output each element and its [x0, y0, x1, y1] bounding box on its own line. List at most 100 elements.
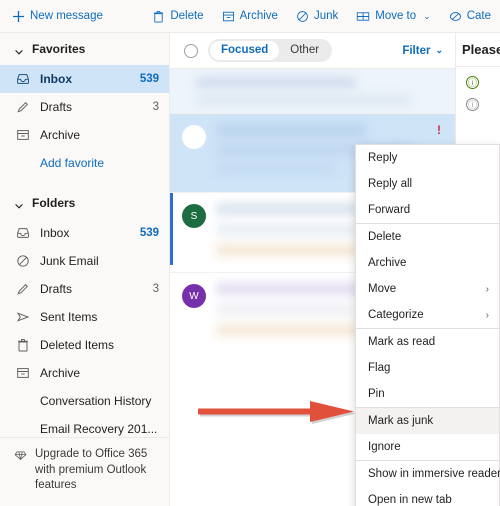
chevron-down-icon — [14, 44, 24, 55]
message-preview-redacted — [192, 75, 445, 105]
chevron-down-icon: ⌄ — [423, 10, 431, 21]
sidebar-label: Inbox — [40, 72, 72, 86]
upgrade-banner[interactable]: Upgrade to Office 365 with premium Outlo… — [0, 437, 169, 506]
folders-group-header[interactable]: Folders — [0, 187, 169, 219]
trash-icon — [16, 338, 34, 352]
avatar: W — [182, 284, 206, 308]
sidebar-count: 3 — [152, 101, 159, 113]
sidebar-count: 539 — [139, 73, 159, 85]
menu-item-archive[interactable]: Archive — [356, 250, 499, 276]
favorites-group-label: Favorites — [32, 42, 86, 56]
redacted-line — [216, 163, 336, 174]
favorites-group-header[interactable]: Favorites — [0, 33, 169, 65]
toolbar-move-to-button[interactable]: Move to ⌄ — [347, 0, 439, 32]
focused-other-pivot: Focused Other — [208, 39, 333, 62]
high-importance-icon: ! — [437, 123, 441, 137]
menu-item-reply-all[interactable]: Reply all — [356, 171, 499, 197]
archive-box-icon — [16, 128, 34, 142]
toolbar-categorize-button[interactable]: Cate — [440, 0, 500, 32]
menu-item-delete[interactable]: Delete — [356, 224, 499, 250]
chevron-right-icon: › — [485, 309, 489, 321]
folders-group-label: Folders — [32, 196, 76, 210]
toolbar-move-to-label: Move to — [375, 10, 417, 22]
menu-item-label: Categorize — [368, 309, 424, 321]
menu-item-show-in-immersive-reader[interactable]: Show in immersive reader — [356, 461, 500, 487]
sidebar-label: Archive — [40, 128, 81, 142]
sidebar-label: Sent Items — [40, 310, 98, 324]
toolbar-delete-button[interactable]: Delete — [143, 0, 212, 32]
sidebar-label: Email Recovery 201... — [40, 422, 158, 436]
pencil-icon — [16, 100, 34, 114]
menu-item-forward[interactable]: Forward — [356, 197, 499, 223]
menu-item-reply[interactable]: Reply — [356, 145, 499, 171]
toolbar-junk-label: Junk — [313, 10, 339, 22]
sidebar-item-favorites-inbox[interactable]: Inbox 539 — [0, 65, 169, 93]
message-list-header: Focused Other Filter ⌄ — [170, 33, 455, 69]
toolbar-junk-button[interactable]: Junk — [287, 0, 347, 32]
context-menu: Reply Reply all Forward Delete Archive M… — [355, 144, 500, 506]
menu-item-mark-as-read[interactable]: Mark as read — [356, 329, 499, 355]
menu-item-pin[interactable]: Pin — [356, 381, 499, 407]
sidebar-item-sent-items[interactable]: Sent Items — [0, 303, 169, 331]
menu-item-label: Move — [368, 283, 397, 295]
info-icon-gray[interactable]: ⓘ — [466, 98, 479, 111]
redacted-line — [216, 124, 366, 136]
menu-item-label: Open in new tab — [368, 494, 452, 506]
new-message-button[interactable]: New message — [12, 0, 112, 32]
menu-item-mark-as-junk[interactable]: Mark as junk — [356, 408, 499, 434]
tab-focused[interactable]: Focused — [210, 41, 280, 60]
select-all-circle-icon[interactable] — [184, 43, 198, 58]
command-bar: New message Delete Archive Junk Move to … — [0, 0, 500, 33]
menu-item-label: Delete — [368, 231, 402, 243]
outlook-web-window: New message Delete Archive Junk Move to … — [0, 0, 500, 506]
filter-label: Filter — [402, 44, 431, 57]
menu-item-ignore[interactable]: Ignore — [356, 434, 499, 460]
sidebar-item-deleted-items[interactable]: Deleted Items — [0, 331, 169, 359]
avatar: S — [182, 204, 206, 228]
toolbar-archive-button[interactable]: Archive — [213, 0, 287, 32]
sidebar-count: 3 — [152, 283, 159, 295]
chevron-down-icon — [14, 198, 24, 209]
add-favorite-button[interactable]: Add favorite — [0, 149, 169, 177]
info-icon-green[interactable]: ⓘ — [466, 76, 479, 89]
pencil-icon — [16, 282, 34, 296]
menu-item-label: Mark as junk — [368, 415, 434, 427]
menu-item-label: Archive — [368, 257, 407, 269]
sidebar-item-favorites-archive[interactable]: Archive — [0, 121, 169, 149]
upgrade-banner-text: Upgrade to Office 365 with premium Outlo… — [35, 448, 148, 492]
folder-sidebar: Favorites Inbox 539 Drafts 3 Archive Add… — [0, 33, 170, 506]
sidebar-item-drafts[interactable]: Drafts 3 — [0, 275, 169, 303]
sidebar-label: Deleted Items — [40, 338, 115, 352]
send-icon — [16, 310, 34, 324]
sidebar-item-archive[interactable]: Archive — [0, 359, 169, 387]
toolbar-archive-label: Archive — [239, 10, 278, 22]
table-row[interactable] — [170, 69, 455, 113]
redacted-line — [216, 304, 356, 315]
chevron-down-icon: ⌄ — [435, 45, 443, 55]
menu-item-open-in-new-tab[interactable]: Open in new tab — [356, 487, 499, 506]
menu-item-label: Pin — [368, 388, 385, 400]
sidebar-label: Inbox — [40, 226, 70, 240]
sidebar-label: Junk Email — [40, 254, 99, 268]
filter-button[interactable]: Filter ⌄ — [402, 45, 443, 57]
menu-item-label: Reply — [368, 152, 398, 164]
avatar — [182, 125, 206, 149]
trash-icon — [152, 10, 165, 23]
annotation-arrow-icon — [198, 401, 358, 432]
new-message-label: New message — [30, 10, 103, 22]
sidebar-item-conversation-history[interactable]: Conversation History — [0, 387, 169, 415]
inbox-icon — [16, 72, 34, 86]
sidebar-label: Archive — [40, 366, 81, 380]
menu-item-label: Flag — [368, 362, 391, 374]
sidebar-item-favorites-drafts[interactable]: Drafts 3 — [0, 93, 169, 121]
tab-other[interactable]: Other — [279, 41, 330, 60]
archive-box-icon — [16, 366, 34, 380]
menu-item-flag[interactable]: Flag — [356, 355, 499, 381]
sidebar-label: Drafts — [40, 282, 73, 296]
sidebar-item-inbox[interactable]: Inbox 539 — [0, 219, 169, 247]
block-circle-icon — [296, 10, 309, 23]
menu-item-categorize[interactable]: Categorize › — [356, 302, 499, 328]
menu-item-move[interactable]: Move › — [356, 276, 499, 302]
sidebar-item-junk-email[interactable]: Junk Email — [0, 247, 169, 275]
